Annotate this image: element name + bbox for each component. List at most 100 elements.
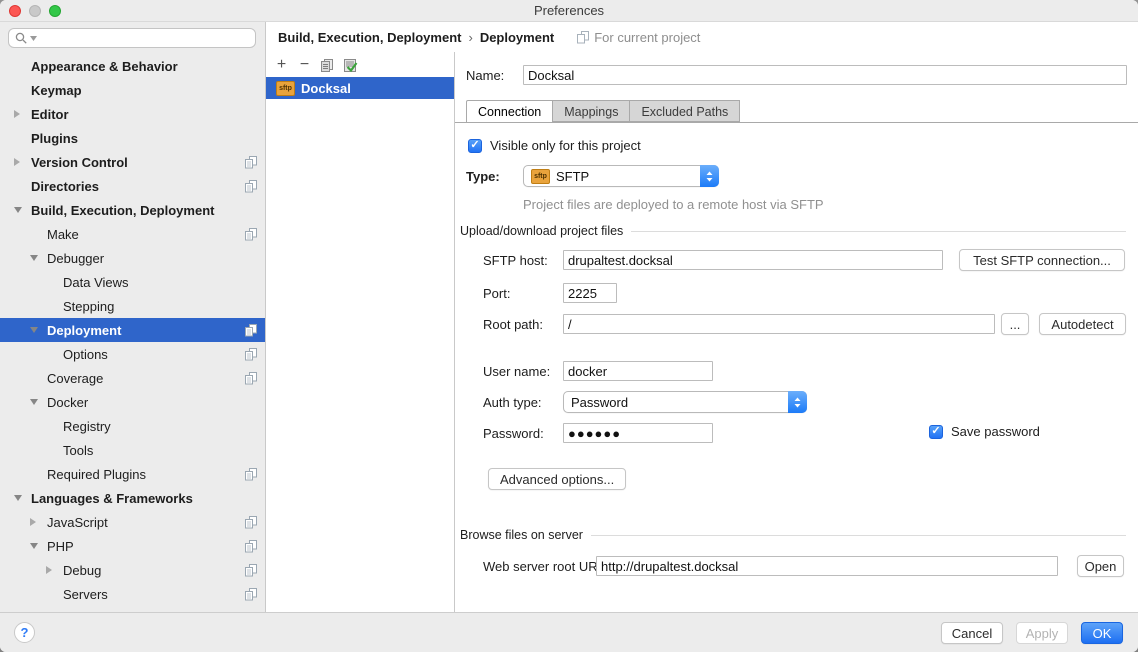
sidebar-item-stepping[interactable]: Stepping [0, 294, 265, 318]
root-path-input[interactable] [563, 314, 995, 334]
title-bar: Preferences [0, 0, 1138, 22]
remove-server-button[interactable]: − [293, 55, 316, 75]
visible-only-label: Visible only for this project [490, 138, 641, 153]
browse-root-path-button[interactable]: ... [1001, 313, 1029, 335]
sidebar-item-version-control[interactable]: Version Control [0, 150, 265, 174]
tree-down-arrow-icon[interactable] [30, 255, 47, 261]
server-name: Docksal [301, 81, 351, 96]
sidebar-item-debug[interactable]: Debug [0, 558, 265, 582]
sidebar-item-label: JavaScript [47, 515, 108, 530]
section-title: Upload/download project files [460, 224, 623, 238]
sidebar-item-javascript[interactable]: JavaScript [0, 510, 265, 534]
sidebar-item-required-plugins[interactable]: Required Plugins [0, 462, 265, 486]
help-button[interactable]: ? [14, 622, 35, 643]
settings-tabs: Connection Mappings Excluded Paths [466, 100, 740, 123]
advanced-options-button[interactable]: Advanced options... [488, 468, 626, 490]
sidebar-item-debugger[interactable]: Debugger [0, 246, 265, 270]
sidebar-item-appearance-behavior[interactable]: Appearance & Behavior [0, 54, 265, 78]
auth-type-dropdown[interactable]: Password [563, 391, 807, 413]
apply-button[interactable]: Apply [1016, 622, 1068, 644]
for-current-project-icon [245, 372, 257, 385]
dropdown-chevrons-icon [700, 165, 719, 187]
password-input[interactable] [563, 423, 713, 443]
breadcrumb-segment[interactable]: Build, Execution, Deployment [278, 30, 461, 45]
name-input[interactable] [523, 65, 1127, 85]
visible-only-checkbox[interactable]: ✓ [468, 139, 482, 153]
save-password-row: ✓ Save password [929, 424, 1040, 439]
for-current-project-icon [245, 228, 257, 241]
sidebar-item-servers[interactable]: Servers [0, 582, 265, 606]
user-name-input[interactable] [563, 361, 713, 381]
tree-right-arrow-icon[interactable] [30, 518, 47, 526]
sidebar-item-languages-frameworks[interactable]: Languages & Frameworks [0, 486, 265, 510]
tree-right-arrow-icon[interactable] [14, 158, 31, 166]
sidebar-item-data-views[interactable]: Data Views [0, 270, 265, 294]
sidebar-item-label: Editor [31, 107, 69, 122]
sidebar-item-label: Coverage [47, 371, 103, 386]
section-divider [591, 535, 1126, 536]
sidebar-item-keymap[interactable]: Keymap [0, 78, 265, 102]
section-title: Browse files on server [460, 528, 583, 542]
web-root-url-input[interactable] [596, 556, 1058, 576]
tree-down-arrow-icon[interactable] [14, 207, 31, 213]
sidebar-item-editor[interactable]: Editor [0, 102, 265, 126]
copy-icon [320, 58, 335, 73]
test-sftp-connection-button[interactable]: Test SFTP connection... [959, 249, 1125, 271]
use-as-default-button[interactable] [339, 55, 362, 75]
search-options-caret-icon[interactable] [30, 36, 37, 41]
sidebar-item-coverage[interactable]: Coverage [0, 366, 265, 390]
auth-type-label: Auth type: [483, 395, 542, 410]
type-value: SFTP [556, 169, 589, 184]
breadcrumb-segment[interactable]: Deployment [480, 30, 554, 45]
sidebar-item-php[interactable]: PHP [0, 534, 265, 558]
tab-excluded-paths[interactable]: Excluded Paths [630, 100, 740, 122]
sidebar-item-deployment[interactable]: Deployment [0, 318, 265, 342]
sidebar-item-label: Servers [63, 587, 108, 602]
window-title: Preferences [0, 0, 1138, 22]
sidebar-item-directories[interactable]: Directories [0, 174, 265, 198]
server-list-item-docksal[interactable]: sftp Docksal [266, 77, 454, 99]
sftp-host-input[interactable] [563, 250, 943, 270]
open-url-button[interactable]: Open [1077, 555, 1124, 577]
tree-down-arrow-icon[interactable] [30, 327, 47, 333]
save-password-checkbox[interactable]: ✓ [929, 425, 943, 439]
autodetect-button[interactable]: Autodetect [1039, 313, 1126, 335]
for-current-project-icon [245, 348, 257, 361]
tree-right-arrow-icon[interactable] [14, 110, 31, 118]
footer-buttons: Cancel Apply OK [941, 622, 1123, 644]
type-label: Type: [466, 169, 500, 184]
sidebar-item-tools[interactable]: Tools [0, 438, 265, 462]
for-current-project-icon [245, 468, 257, 481]
port-input[interactable] [563, 283, 617, 303]
sidebar-item-plugins[interactable]: Plugins [0, 126, 265, 150]
sidebar-item-build-execution-deployment[interactable]: Build, Execution, Deployment [0, 198, 265, 222]
search-icon [15, 32, 28, 45]
cancel-button[interactable]: Cancel [941, 622, 1003, 644]
for-current-project-icon [245, 180, 257, 193]
sidebar-item-make[interactable]: Make [0, 222, 265, 246]
sidebar-item-docker[interactable]: Docker [0, 390, 265, 414]
add-server-button[interactable]: + [270, 55, 293, 75]
tree-down-arrow-icon[interactable] [30, 543, 47, 549]
tree-right-arrow-icon[interactable] [46, 566, 63, 574]
tab-mappings[interactable]: Mappings [553, 100, 630, 122]
sidebar-item-label: Data Views [63, 275, 129, 290]
sidebar-item-options[interactable]: Options [0, 342, 265, 366]
sidebar-item-label: Keymap [31, 83, 82, 98]
sidebar-item-label: Languages & Frameworks [31, 491, 193, 506]
for-current-project-icon [245, 516, 257, 529]
sftp-file-icon: sftp [531, 169, 550, 184]
tab-connection[interactable]: Connection [466, 100, 553, 123]
copy-server-button[interactable] [316, 55, 339, 75]
sidebar-item-label: Required Plugins [47, 467, 146, 482]
sidebar-item-label: PHP [47, 539, 74, 554]
preferences-window: Preferences Appearance & Behavior Keymap E… [0, 0, 1138, 652]
tree-down-arrow-icon[interactable] [30, 399, 47, 405]
section-divider [631, 231, 1126, 232]
web-root-url-label: Web server root URL: [483, 559, 608, 574]
settings-search-input[interactable] [8, 28, 256, 48]
tree-down-arrow-icon[interactable] [14, 495, 31, 501]
type-dropdown[interactable]: sftp SFTP [523, 165, 719, 187]
sidebar-item-registry[interactable]: Registry [0, 414, 265, 438]
ok-button[interactable]: OK [1081, 622, 1123, 644]
